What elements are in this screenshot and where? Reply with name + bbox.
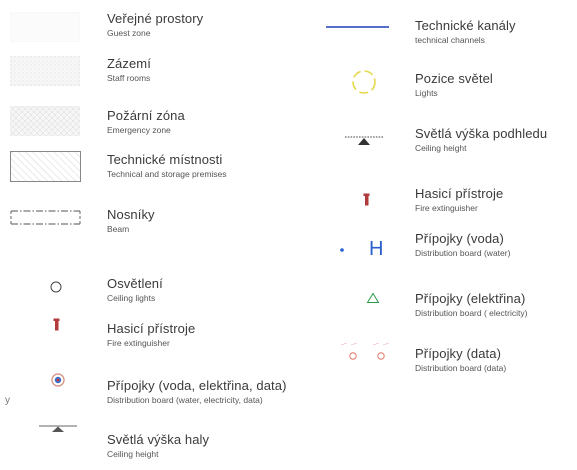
legend-label-en: Distribution board ( electricity) — [415, 308, 528, 318]
legend-label-en: Staff rooms — [107, 73, 151, 83]
emergency-zone-swatch — [10, 106, 80, 136]
legend-label-cz: Požární zóna — [107, 108, 185, 123]
legend-label-cz: Přípojky (voda) — [415, 231, 504, 246]
legend-label-cz: Pozice světel — [415, 71, 493, 86]
water-dot-icon — [340, 248, 344, 252]
water-connection-icon: H — [369, 238, 384, 260]
legend-label-cz: Světlá výška haly — [107, 432, 210, 447]
fire-extinguisher-icon — [363, 193, 370, 206]
legend-label-en: Distribution board (water, electricity, … — [107, 395, 263, 405]
legend-label-en: Beam — [107, 224, 130, 234]
legend-label-cz: Technické kanály — [415, 18, 516, 33]
stray-mark: y — [5, 395, 10, 406]
legend-label-en: Technical and storage premises — [107, 169, 227, 179]
legend-label-cz: Nosníky — [107, 207, 155, 222]
technical-channel-line — [326, 26, 389, 28]
fire-extinguisher-icon — [53, 318, 60, 331]
guest-zone-swatch — [10, 12, 80, 42]
legend-label-en: Guest zone — [107, 28, 151, 38]
hall-height-icon — [39, 425, 77, 432]
legend-label-cz: Zázemí — [107, 56, 151, 71]
legend-label-en: Emergency zone — [107, 125, 171, 135]
ceiling-height-icon — [345, 136, 383, 145]
legend-label-en: Distribution board (water) — [415, 248, 511, 258]
light-position-icon — [352, 70, 376, 94]
legend-label-en: Ceiling height — [107, 449, 159, 459]
legend-label-en: Lights — [415, 88, 438, 98]
legend-label-en: Fire extinguisher — [107, 338, 170, 348]
legend-label-en: Distribution board (data) — [415, 363, 507, 373]
ceiling-light-icon — [50, 281, 62, 293]
legend-page: { "colors": { "text": "#3a3a3a", "blue":… — [0, 0, 577, 470]
legend-label-cz: Veřejné prostory — [107, 11, 204, 26]
legend-label-cz: Technické místnosti — [107, 152, 223, 167]
legend-label-cz: Přípojky (data) — [415, 346, 502, 361]
legend-label-cz: Osvětlení — [107, 276, 163, 291]
electricity-connection-icon — [366, 292, 380, 303]
distribution-board-icon — [51, 373, 65, 387]
legend-label-en: Ceiling lights — [107, 293, 156, 303]
legend-label-en: technical channels — [415, 35, 485, 45]
legend-label-cz: Přípojky (voda, elektřina, data) — [107, 378, 287, 393]
legend-label-en: Ceiling height — [415, 143, 467, 153]
legend-label-cz: Hasicí přístroje — [415, 186, 504, 201]
legend-label-cz: Světlá výška podhledu — [415, 126, 548, 141]
technical-rooms-hatch — [10, 151, 81, 182]
legend-label-en: Fire extinguisher — [415, 203, 478, 213]
staff-rooms-swatch — [10, 56, 80, 86]
beam-dashdot-icon — [10, 210, 81, 225]
legend-label-cz: Hasicí přístroje — [107, 321, 196, 336]
legend-label-cz: Přípojky (elektřina) — [415, 291, 526, 306]
data-connection-icon — [340, 342, 390, 360]
